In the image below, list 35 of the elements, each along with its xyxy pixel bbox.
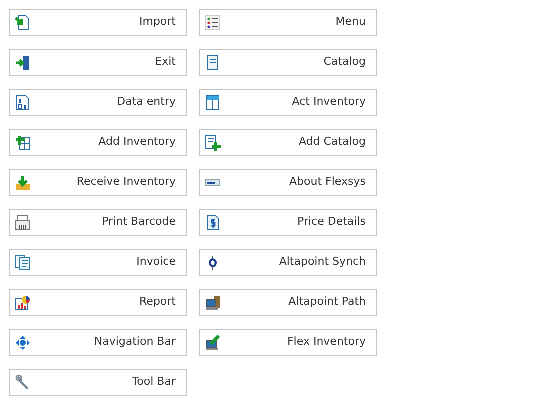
table-icon: [205, 94, 221, 110]
invoice-icon: [15, 254, 31, 270]
toolbar-button[interactable]: Price Details: [199, 209, 377, 236]
computer-icon: [205, 294, 221, 310]
toolbar-button[interactable]: Data entry: [9, 89, 187, 116]
toolbar-button[interactable]: Act Inventory: [199, 89, 377, 116]
navigation-icon: [15, 334, 31, 350]
toolbar-button[interactable]: Report: [9, 289, 187, 316]
tray-icon: [15, 174, 31, 190]
toolbar-button[interactable]: Print Barcode: [9, 209, 187, 236]
toolbar-button[interactable]: Receive Inventory: [9, 169, 187, 196]
price-icon: [205, 214, 221, 230]
toolbar-button[interactable]: Add Inventory: [9, 129, 187, 156]
add-document-icon: [205, 134, 221, 150]
toolbar-button[interactable]: Navigation Bar: [9, 329, 187, 356]
document-icon: [205, 54, 221, 70]
toolbar-button[interactable]: Invoice: [9, 249, 187, 276]
toolbar-button[interactable]: Import: [9, 9, 187, 36]
toolbar-button[interactable]: Flex Inventory: [199, 329, 377, 356]
toolbar-button[interactable]: About Flexsys: [199, 169, 377, 196]
import-icon: [15, 14, 31, 30]
toolbar-button[interactable]: Altapoint Path: [199, 289, 377, 316]
toolbar-button[interactable]: Catalog: [199, 49, 377, 76]
toolbar-button[interactable]: Tool Bar: [9, 369, 187, 396]
toolbar-button[interactable]: Add Catalog: [199, 129, 377, 156]
toolbar-button[interactable]: Exit: [9, 49, 187, 76]
menu-icon: [205, 14, 221, 30]
toolbar-button[interactable]: Altapoint Synch: [199, 249, 377, 276]
printer-icon: [15, 214, 31, 230]
computer-icon: [205, 334, 221, 350]
exit-icon: [15, 54, 31, 70]
chart-icon: [15, 294, 31, 310]
wrench-icon: [15, 374, 31, 390]
toolbar-button[interactable]: Menu: [199, 9, 377, 36]
add-icon: [15, 134, 31, 150]
